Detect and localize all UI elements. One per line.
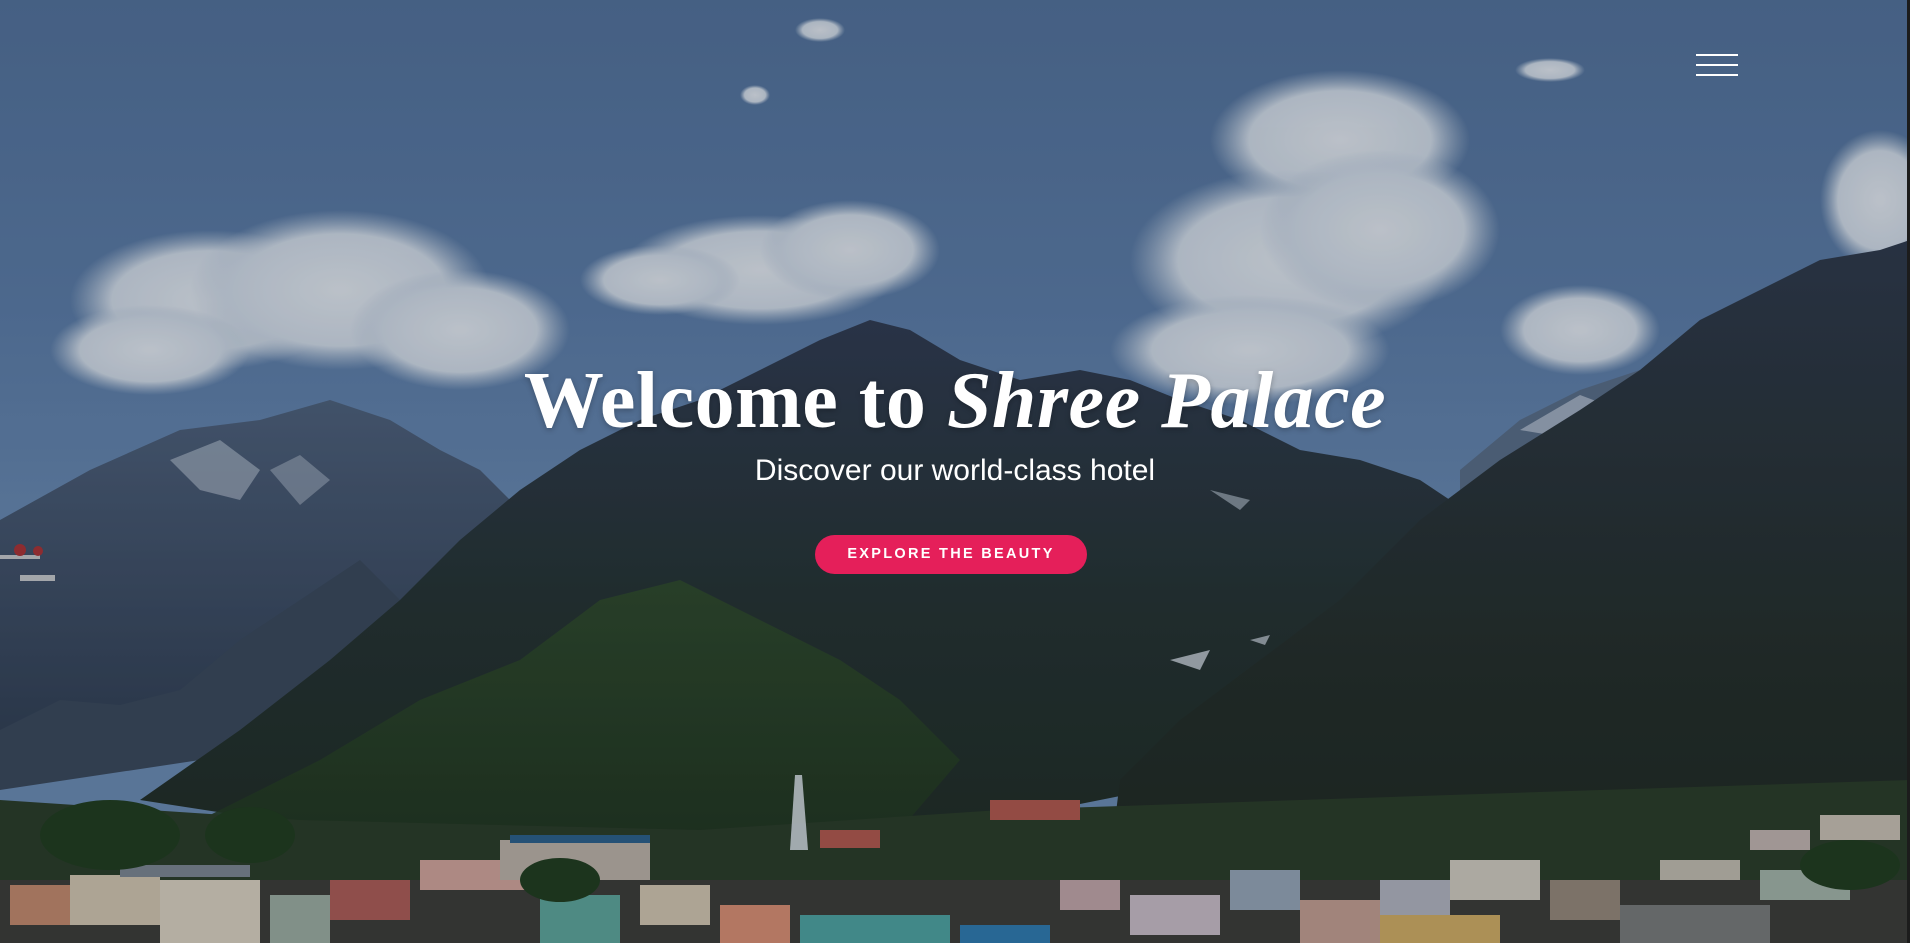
hamburger-menu-icon[interactable] <box>1696 52 1738 78</box>
explore-the-beauty-button[interactable]: EXPLORE THE BEAUTY <box>815 535 1087 574</box>
menu-line-middle <box>1696 64 1738 66</box>
hero-section: Welcome to Shree Palace Discover our wor… <box>0 0 1910 943</box>
menu-line-bottom <box>1696 74 1738 76</box>
menu-line-top <box>1696 54 1738 56</box>
hero-title-accent: Shree Palace <box>946 357 1387 445</box>
hero-title: Welcome to Shree Palace <box>0 355 1910 447</box>
hero-subtitle: Discover our world-class hotel <box>754 454 1156 487</box>
hero-title-prefix: Welcome to <box>523 357 927 445</box>
hero-content: Welcome to Shree Palace Discover our wor… <box>0 355 1910 574</box>
